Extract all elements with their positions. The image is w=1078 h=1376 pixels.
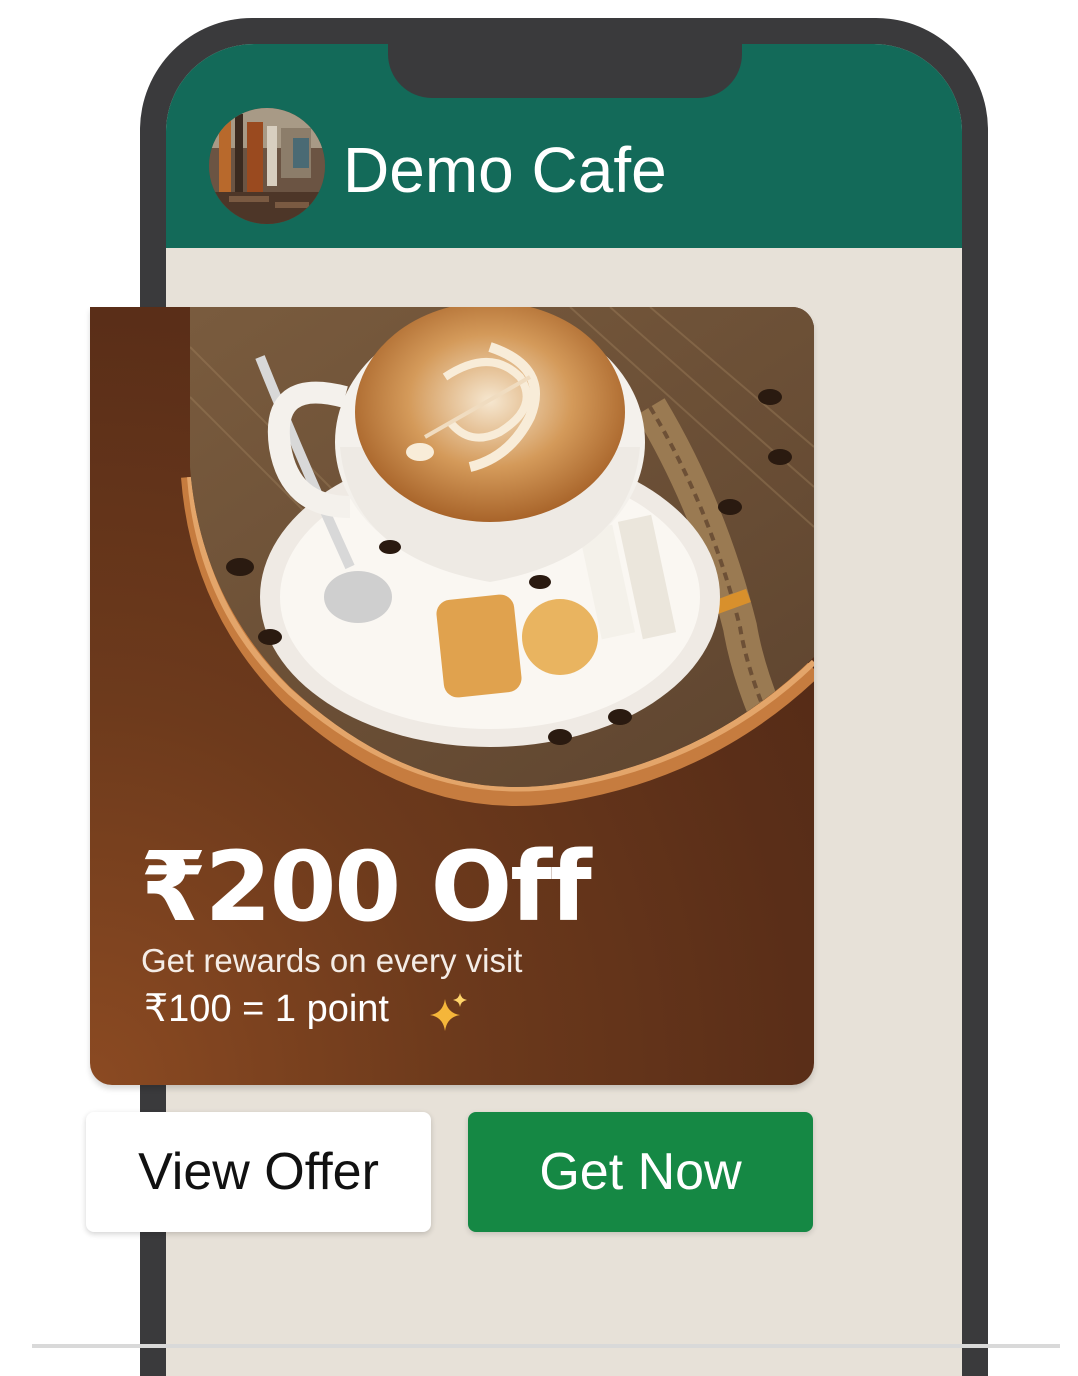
view-offer-button[interactable]: View Offer [86, 1112, 431, 1232]
get-now-button[interactable]: Get Now [468, 1112, 813, 1232]
offer-card[interactable]: ₹200 Off Get rewards on every visit ₹100… [90, 307, 814, 1085]
phone-notch [388, 18, 742, 98]
divider-line [32, 1344, 1060, 1348]
offer-title: ₹200 Off [140, 831, 592, 943]
latte-coffee-photo-icon [181, 307, 814, 806]
cafe-interior-photo-icon [209, 108, 325, 224]
offer-points-rate: ₹100 = 1 point [144, 988, 389, 1030]
cafe-avatar[interactable] [209, 108, 325, 224]
offer-subtitle: Get rewards on every visit [141, 942, 523, 979]
chat-title: Demo Cafe [343, 134, 667, 206]
sparkles-icon [430, 993, 467, 1031]
